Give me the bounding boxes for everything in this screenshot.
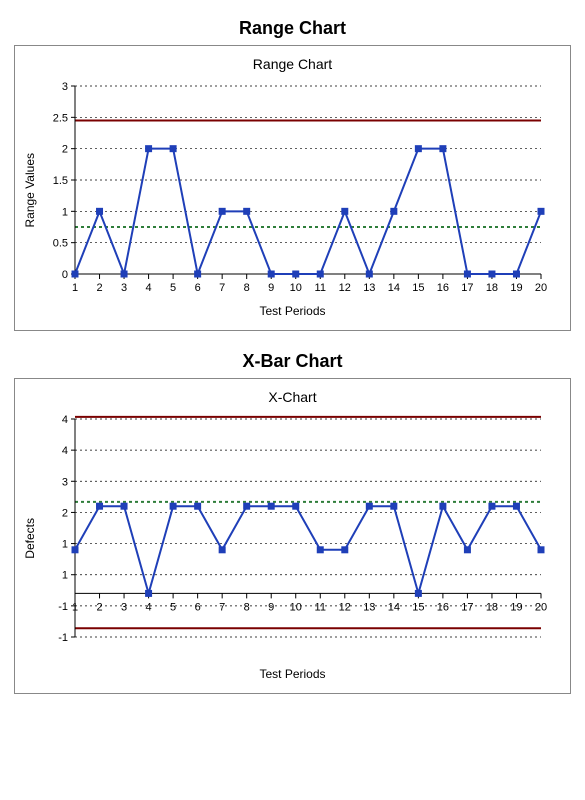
svg-text:20: 20 bbox=[535, 601, 547, 613]
svg-text:8: 8 bbox=[244, 282, 250, 294]
svg-text:18: 18 bbox=[486, 601, 498, 613]
svg-text:5: 5 bbox=[170, 282, 176, 294]
svg-text:7: 7 bbox=[219, 282, 225, 294]
svg-text:2: 2 bbox=[96, 601, 102, 613]
svg-text:14: 14 bbox=[388, 601, 400, 613]
svg-text:17: 17 bbox=[461, 601, 473, 613]
svg-text:6: 6 bbox=[195, 282, 201, 294]
svg-text:3: 3 bbox=[121, 601, 127, 613]
svg-text:9: 9 bbox=[268, 601, 274, 613]
svg-text:3: 3 bbox=[62, 81, 68, 93]
svg-text:1.5: 1.5 bbox=[53, 175, 68, 187]
range-chart-box: Range Chart Range Values 00.511.522.5312… bbox=[14, 45, 571, 331]
svg-text:1: 1 bbox=[62, 570, 68, 582]
svg-text:1: 1 bbox=[62, 206, 68, 218]
svg-text:0: 0 bbox=[62, 269, 68, 281]
svg-text:20: 20 bbox=[535, 282, 547, 294]
xbar-chart-plot: -1-1112344123456789101112131415161718192… bbox=[41, 413, 551, 663]
svg-text:2.5: 2.5 bbox=[53, 112, 68, 124]
svg-text:12: 12 bbox=[339, 601, 351, 613]
svg-text:-1: -1 bbox=[58, 601, 68, 613]
xbar-chart-box: X-Chart Defects -1-111234412345678910111… bbox=[14, 378, 571, 694]
svg-text:5: 5 bbox=[170, 601, 176, 613]
svg-text:11: 11 bbox=[315, 282, 326, 294]
svg-text:13: 13 bbox=[363, 601, 375, 613]
xbar-chart-ylabel: Defects bbox=[23, 518, 37, 559]
svg-text:4: 4 bbox=[146, 601, 152, 613]
svg-text:3: 3 bbox=[62, 476, 68, 488]
svg-text:10: 10 bbox=[290, 601, 302, 613]
svg-text:10: 10 bbox=[290, 282, 302, 294]
svg-text:7: 7 bbox=[219, 601, 225, 613]
svg-text:0.5: 0.5 bbox=[53, 238, 68, 250]
range-chart-inner-title: Range Chart bbox=[23, 56, 562, 72]
svg-text:15: 15 bbox=[412, 601, 424, 613]
svg-text:1: 1 bbox=[72, 601, 78, 613]
svg-text:11: 11 bbox=[315, 601, 326, 613]
xbar-chart-xlabel: Test Periods bbox=[23, 667, 562, 681]
range-chart-xlabel: Test Periods bbox=[23, 304, 562, 318]
svg-text:1: 1 bbox=[72, 282, 78, 294]
svg-text:16: 16 bbox=[437, 282, 449, 294]
svg-text:16: 16 bbox=[437, 601, 449, 613]
range-chart-plot: 00.511.522.53123456789101112131415161718… bbox=[41, 80, 551, 300]
xbar-chart-inner-title: X-Chart bbox=[23, 389, 562, 405]
svg-text:9: 9 bbox=[268, 282, 274, 294]
svg-text:4: 4 bbox=[62, 414, 68, 426]
svg-text:2: 2 bbox=[62, 507, 68, 519]
svg-text:18: 18 bbox=[486, 282, 498, 294]
svg-text:2: 2 bbox=[62, 144, 68, 156]
svg-text:15: 15 bbox=[412, 282, 424, 294]
svg-text:-1: -1 bbox=[58, 632, 68, 644]
svg-text:19: 19 bbox=[510, 601, 522, 613]
svg-text:1: 1 bbox=[62, 539, 68, 551]
svg-text:17: 17 bbox=[461, 282, 473, 294]
svg-text:2: 2 bbox=[96, 282, 102, 294]
svg-text:12: 12 bbox=[339, 282, 351, 294]
svg-text:19: 19 bbox=[510, 282, 522, 294]
svg-text:4: 4 bbox=[146, 282, 152, 294]
svg-text:14: 14 bbox=[388, 282, 400, 294]
range-chart-outer-title: Range Chart bbox=[8, 18, 577, 39]
range-chart-ylabel: Range Values bbox=[23, 153, 37, 228]
svg-text:6: 6 bbox=[195, 601, 201, 613]
svg-text:4: 4 bbox=[62, 445, 68, 457]
svg-text:8: 8 bbox=[244, 601, 250, 613]
svg-text:3: 3 bbox=[121, 282, 127, 294]
svg-text:13: 13 bbox=[363, 282, 375, 294]
xbar-chart-outer-title: X-Bar Chart bbox=[8, 351, 577, 372]
